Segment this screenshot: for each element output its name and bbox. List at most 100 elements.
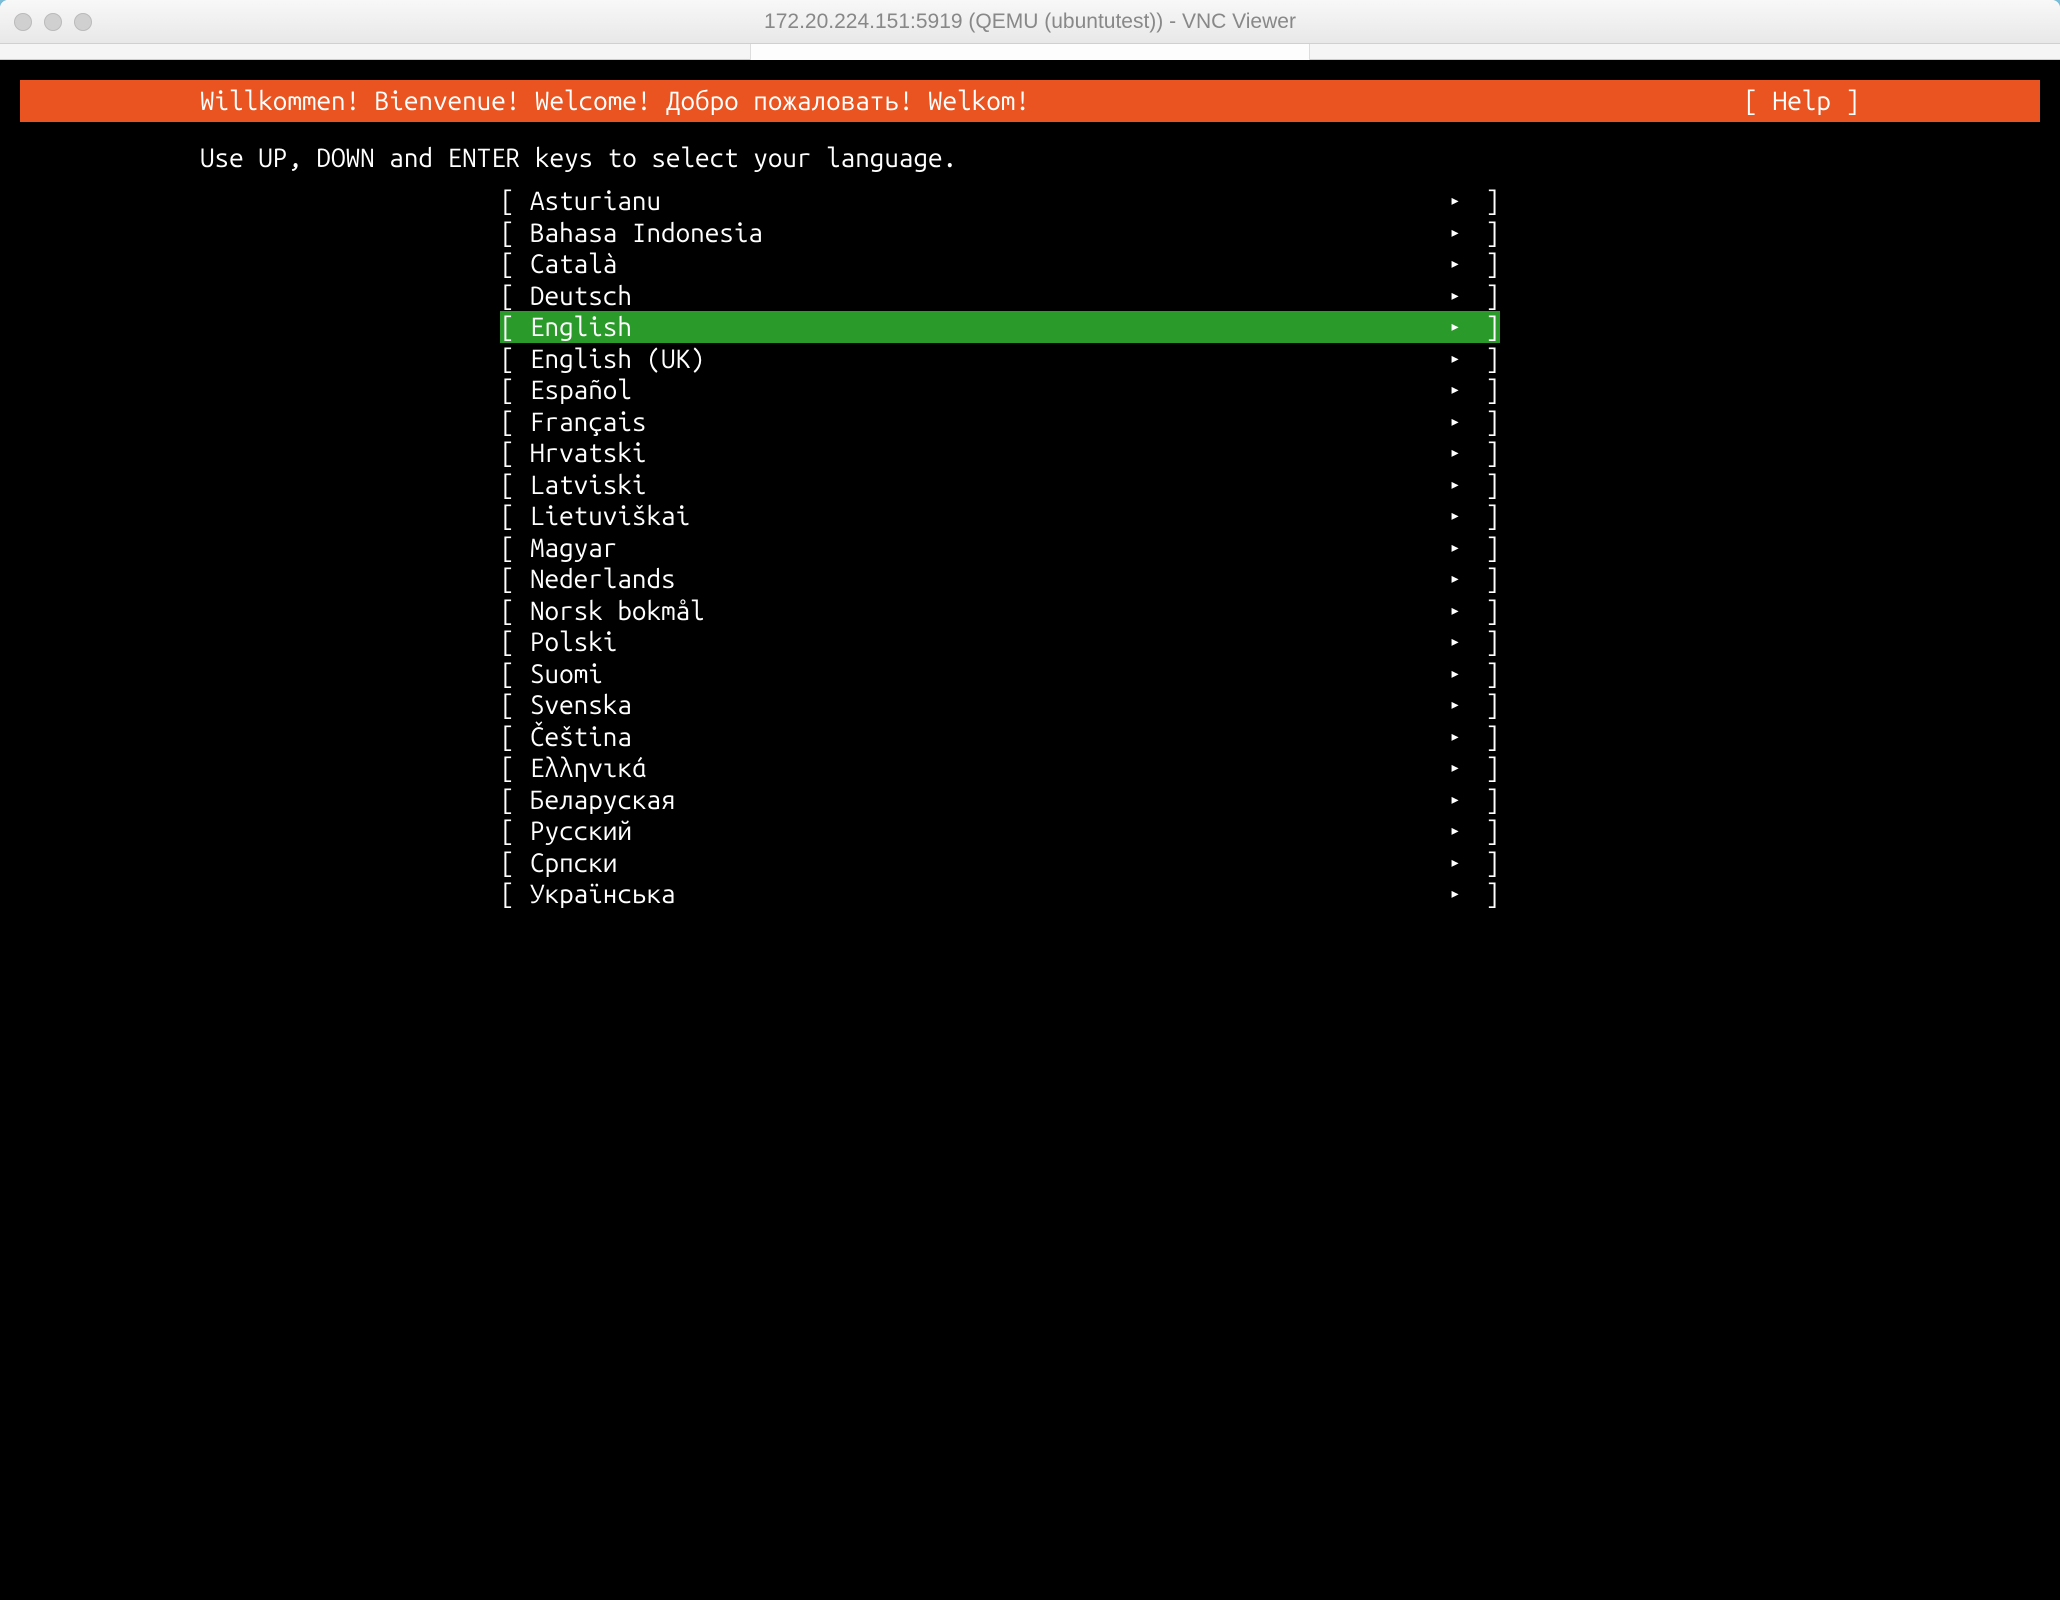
language-option[interactable]: [ Magyar▸ ]: [500, 532, 1500, 564]
welcome-text: Willkommen! Bienvenue! Welcome! Добро по…: [20, 85, 1030, 117]
bracket-right: ]: [1470, 878, 1500, 910]
bracket-right: ]: [1470, 563, 1500, 595]
language-option[interactable]: [ Català▸ ]: [500, 248, 1500, 280]
language-label: Norsk bokmål: [530, 595, 1440, 627]
traffic-lights: [14, 13, 92, 31]
bracket-left: [: [500, 185, 530, 217]
bracket-right: ]: [1470, 658, 1500, 690]
bracket-left: [: [500, 563, 530, 595]
bracket-right: ]: [1470, 185, 1500, 217]
language-label: Bahasa Indonesia: [530, 217, 1440, 249]
bracket-left: [: [500, 595, 530, 627]
language-label: Asturianu: [530, 185, 1440, 217]
chevron-right-icon: ▸: [1440, 847, 1470, 879]
bracket-left: [: [500, 532, 530, 564]
language-label: Español: [530, 374, 1440, 406]
bracket-left: [: [500, 248, 530, 280]
bracket-right: ]: [1470, 689, 1500, 721]
language-list[interactable]: [ Asturianu▸ ][ Bahasa Indonesia▸ ][ Cat…: [20, 185, 2040, 910]
language-option[interactable]: [ Čeština▸ ]: [500, 721, 1500, 753]
language-option[interactable]: [ Ελληνικά▸ ]: [500, 752, 1500, 784]
bracket-left: [: [500, 784, 530, 816]
bracket-right: ]: [1470, 469, 1500, 501]
language-label: Lietuviškai: [530, 500, 1440, 532]
bracket-right: ]: [1470, 815, 1500, 847]
chevron-right-icon: ▸: [1440, 311, 1470, 343]
language-option[interactable]: [ Deutsch▸ ]: [500, 280, 1500, 312]
language-option[interactable]: [ Bahasa Indonesia▸ ]: [500, 217, 1500, 249]
language-option[interactable]: [ English▸ ]: [500, 311, 1500, 343]
language-option[interactable]: [ Svenska▸ ]: [500, 689, 1500, 721]
language-label: Suomi: [530, 658, 1440, 690]
chevron-right-icon: ▸: [1440, 374, 1470, 406]
language-option[interactable]: [ Español▸ ]: [500, 374, 1500, 406]
blackbar-top: [20, 72, 2040, 80]
language-option[interactable]: [ Français▸ ]: [500, 406, 1500, 438]
language-label: Français: [530, 406, 1440, 438]
language-label: Català: [530, 248, 1440, 280]
chevron-right-icon: ▸: [1440, 815, 1470, 847]
language-option[interactable]: [ Polski▸ ]: [500, 626, 1500, 658]
chevron-right-icon: ▸: [1440, 689, 1470, 721]
chevron-right-icon: ▸: [1440, 437, 1470, 469]
chevron-right-icon: ▸: [1440, 217, 1470, 249]
chevron-right-icon: ▸: [1440, 248, 1470, 280]
bracket-left: [: [500, 847, 530, 879]
language-label: Latviski: [530, 469, 1440, 501]
language-label: Čeština: [530, 721, 1440, 753]
language-label: Nederlands: [530, 563, 1440, 595]
maximize-icon[interactable]: [74, 13, 92, 31]
chevron-right-icon: ▸: [1440, 280, 1470, 312]
bracket-right: ]: [1470, 343, 1500, 375]
language-option[interactable]: [ Asturianu▸ ]: [500, 185, 1500, 217]
bracket-left: [: [500, 437, 530, 469]
bracket-right: ]: [1470, 280, 1500, 312]
language-option[interactable]: [ Беларуская▸ ]: [500, 784, 1500, 816]
language-option[interactable]: [ Українська▸ ]: [500, 878, 1500, 910]
bracket-left: [: [500, 658, 530, 690]
language-label: Српски: [530, 847, 1440, 879]
bracket-left: [: [500, 689, 530, 721]
bracket-right: ]: [1470, 437, 1500, 469]
chevron-right-icon: ▸: [1440, 626, 1470, 658]
minimize-icon[interactable]: [44, 13, 62, 31]
terminal[interactable]: Willkommen! Bienvenue! Welcome! Добро по…: [20, 72, 2040, 1580]
language-option[interactable]: [ Српски▸ ]: [500, 847, 1500, 879]
installer-header: Willkommen! Bienvenue! Welcome! Добро по…: [20, 80, 2040, 122]
bracket-right: ]: [1470, 311, 1500, 343]
chevron-right-icon: ▸: [1440, 784, 1470, 816]
bracket-right: ]: [1470, 532, 1500, 564]
close-icon[interactable]: [14, 13, 32, 31]
bracket-left: [: [500, 343, 530, 375]
bracket-right: ]: [1470, 374, 1500, 406]
help-button[interactable]: [ Help ]: [1744, 85, 2040, 117]
bracket-left: [: [500, 721, 530, 753]
chevron-right-icon: ▸: [1440, 595, 1470, 627]
language-label: Беларуская: [530, 784, 1440, 816]
bracket-right: ]: [1470, 784, 1500, 816]
bracket-right: ]: [1470, 595, 1500, 627]
bracket-left: [: [500, 406, 530, 438]
bracket-right: ]: [1470, 626, 1500, 658]
bracket-right: ]: [1470, 847, 1500, 879]
language-label: Magyar: [530, 532, 1440, 564]
language-label: Svenska: [530, 689, 1440, 721]
language-option[interactable]: [ Hrvatski▸ ]: [500, 437, 1500, 469]
vnc-content[interactable]: Willkommen! Bienvenue! Welcome! Добро по…: [0, 60, 2060, 1600]
chevron-right-icon: ▸: [1440, 532, 1470, 564]
language-option[interactable]: [ English (UK)▸ ]: [500, 343, 1500, 375]
chevron-right-icon: ▸: [1440, 500, 1470, 532]
toolbar-segment: [750, 44, 1310, 60]
language-option[interactable]: [ Norsk bokmål▸ ]: [500, 595, 1500, 627]
bracket-left: [: [500, 280, 530, 312]
language-label: Українська: [530, 878, 1440, 910]
language-option[interactable]: [ Nederlands▸ ]: [500, 563, 1500, 595]
bracket-left: [: [500, 626, 530, 658]
language-option[interactable]: [ Lietuviškai▸ ]: [500, 500, 1500, 532]
language-option[interactable]: [ Русский▸ ]: [500, 815, 1500, 847]
bracket-right: ]: [1470, 500, 1500, 532]
language-option[interactable]: [ Latviski▸ ]: [500, 469, 1500, 501]
language-option[interactable]: [ Suomi▸ ]: [500, 658, 1500, 690]
vnc-window: 172.20.224.151:5919 (QEMU (ubuntutest)) …: [0, 0, 2060, 1600]
bracket-left: [: [500, 500, 530, 532]
